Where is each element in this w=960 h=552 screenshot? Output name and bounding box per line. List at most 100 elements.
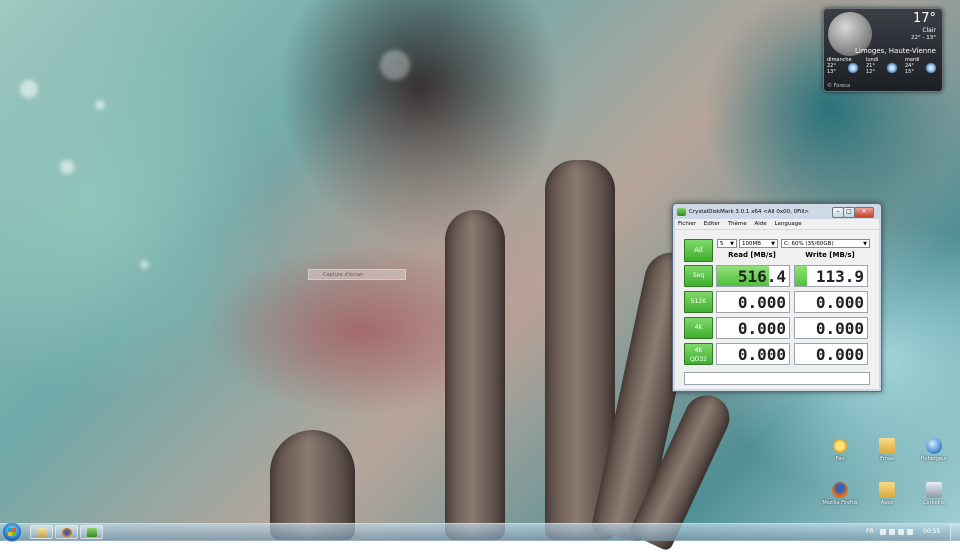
write-value: 113.9: [815, 267, 864, 286]
finger-shape: [445, 210, 505, 540]
row-label: 512K: [690, 298, 707, 305]
crystaldiskmark-icon: [87, 528, 97, 537]
drive-value: C: 60% (35/60GB): [784, 241, 834, 247]
menu-fichier[interactable]: Fichier: [675, 221, 699, 227]
menu-theme[interactable]: Thème: [725, 221, 750, 227]
drive-select[interactable]: C: 60% (35/60GB) ▼: [781, 239, 870, 248]
weather-gadget[interactable]: 17° Clair 22° - 13° Limoges, Haute-Vienn…: [823, 8, 943, 92]
desktop-icon-hebergeur[interactable]: Hébergeur: [914, 438, 954, 462]
read-column-header: Read [MB/s]: [728, 251, 776, 259]
taskbar-crystaldiskmark-button[interactable]: [80, 525, 103, 539]
clock[interactable]: 00:55: [923, 528, 940, 535]
run-all-button[interactable]: All: [684, 239, 713, 262]
explorer-icon: [37, 528, 47, 537]
4k-qd32-read-result: 0.000: [716, 343, 790, 365]
weather-city: Limoges, Haute-Vienne: [854, 47, 936, 55]
network-icon[interactable]: [889, 529, 895, 535]
4k-qd32-test-button[interactable]: 4K QD32: [684, 343, 713, 365]
row-label: Seq: [692, 272, 705, 279]
weather-icon: [886, 63, 898, 73]
desktop-icon-apps[interactable]: Apps: [867, 482, 907, 506]
taskbar: FR 00:55: [0, 522, 960, 542]
crystaldiskmark-window[interactable]: CrystalDiskMark 3.0.1 x64 <All 0x00, 0Fi…: [672, 203, 882, 392]
forecast-day: lundi 21° 12°: [866, 57, 902, 75]
action-center-icon[interactable]: [907, 529, 913, 535]
write-value: 0.000: [815, 293, 864, 312]
firefox-icon: [62, 528, 72, 537]
desktop-icon-label: Apps: [880, 500, 894, 506]
read-value: 0.000: [737, 345, 786, 364]
write-level-bar: [795, 266, 807, 286]
close-button[interactable]: ✕: [854, 207, 874, 218]
light-bokeh: [20, 80, 38, 98]
menu-aide[interactable]: Aide: [752, 221, 770, 227]
weather-source[interactable]: © Foreca: [827, 83, 850, 89]
4k-write-result: 0.000: [794, 317, 868, 339]
show-desktop-button[interactable]: [950, 524, 960, 541]
benchmark-panel: All 5 ▼ 100MB ▼ C: 60% (35/60GB) ▼ Read …: [675, 230, 879, 389]
firefox-icon: [832, 482, 848, 498]
512k-read-result: 0.000: [716, 291, 790, 313]
chevron-down-icon: ▼: [863, 241, 867, 247]
light-bokeh: [380, 50, 410, 80]
weather-range: 22° - 13°: [911, 35, 936, 41]
weather-temperature: 17°: [912, 11, 936, 26]
weather-icon: [847, 63, 859, 73]
tray-arrow-icon[interactable]: [880, 529, 886, 535]
desktop-icon-label: Hébergeur: [920, 456, 948, 462]
write-value: 0.000: [815, 345, 864, 364]
4k-qd32-write-result: 0.000: [794, 343, 868, 365]
desktop-icon-fav[interactable]: Fav: [820, 438, 860, 462]
seq-read-result: 516.4: [716, 265, 790, 287]
menu-editer[interactable]: Editer: [701, 221, 723, 227]
volume-icon[interactable]: [898, 529, 904, 535]
crystaldiskmark-icon: [677, 208, 686, 216]
folder-icon: [879, 438, 895, 454]
desktop-icon-label: Mozilla Firefox: [822, 500, 858, 506]
forecast-day: mardi 24° 15°: [905, 57, 941, 75]
taskbar-explorer-button[interactable]: [30, 525, 53, 539]
window-title: CrystalDiskMark 3.0.1 x64 <All 0x00, 0Fi…: [689, 209, 810, 215]
row-sublabel: QD32: [690, 356, 707, 363]
light-bokeh: [60, 160, 74, 174]
write-column-header: Write [MB/s]: [805, 251, 855, 259]
row-label: 4K: [694, 324, 703, 331]
menu-bar: Fichier Editer Thème Aide Language: [675, 219, 879, 229]
weather-icon: [925, 63, 937, 73]
chevron-down-icon: ▼: [771, 241, 775, 247]
recycle-bin-icon: [926, 482, 942, 498]
light-bokeh: [140, 260, 149, 269]
512k-test-button[interactable]: 512K: [684, 291, 713, 313]
start-button[interactable]: [2, 522, 22, 542]
test-count-value: 5: [720, 241, 724, 247]
menu-language[interactable]: Language: [771, 221, 804, 227]
test-size-value: 100MB: [742, 241, 762, 247]
chevron-down-icon: ▼: [730, 241, 734, 247]
desktop-icon-label: Fmax: [880, 456, 894, 462]
read-value: 516.4: [737, 267, 786, 286]
test-size-select[interactable]: 100MB ▼: [739, 239, 778, 248]
weather-condition: Clair: [922, 27, 936, 34]
forecast-day: dimanche 22° 13°: [827, 57, 863, 75]
512k-write-result: 0.000: [794, 291, 868, 313]
4k-read-result: 0.000: [716, 317, 790, 339]
read-value: 0.000: [737, 293, 786, 312]
globe-icon: [926, 438, 942, 454]
read-value: 0.000: [737, 319, 786, 338]
star-icon: [832, 438, 848, 454]
light-bokeh: [95, 100, 105, 110]
4k-test-button[interactable]: 4K: [684, 317, 713, 339]
folder-icon: [879, 482, 895, 498]
taskbar-firefox-button[interactable]: [55, 525, 78, 539]
window-titlebar[interactable]: CrystalDiskMark 3.0.1 x64 <All 0x00, 0Fi…: [675, 206, 879, 218]
desktop-icon-firefox[interactable]: Mozilla Firefox: [820, 482, 860, 506]
seq-test-button[interactable]: Seq: [684, 265, 713, 287]
test-count-select[interactable]: 5 ▼: [717, 239, 737, 248]
desktop-icon-recycle-bin[interactable]: Corbeille: [914, 482, 954, 506]
seq-write-result: 113.9: [794, 265, 868, 287]
desktop-icon-label: Fav: [835, 456, 845, 462]
floating-caption: Capture d'écran: [308, 269, 406, 280]
language-indicator[interactable]: FR: [866, 528, 874, 535]
desktop-icon-fmax[interactable]: Fmax: [867, 438, 907, 462]
comment-field[interactable]: [684, 372, 870, 385]
